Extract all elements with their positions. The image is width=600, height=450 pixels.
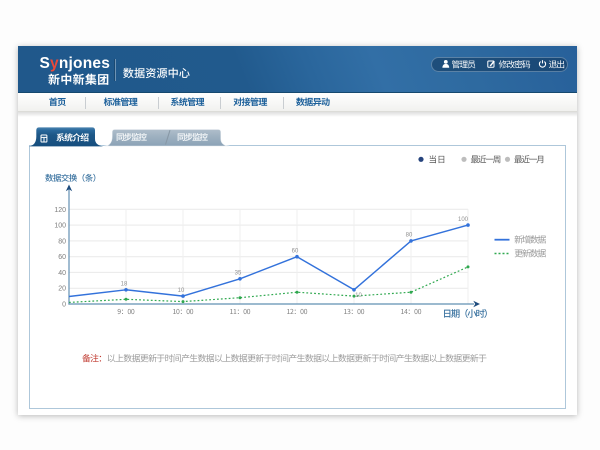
svg-text:60: 60 [58, 254, 66, 261]
svg-text:10: 10 [355, 293, 362, 299]
svg-text:18: 18 [121, 282, 128, 288]
svg-text:20: 20 [58, 286, 66, 293]
svg-text:80: 80 [406, 233, 413, 239]
svg-text:80: 80 [58, 238, 66, 245]
svg-text:10: 10 [178, 288, 185, 294]
svg-text:100: 100 [458, 217, 469, 223]
svg-text:40: 40 [58, 270, 66, 277]
svg-text:35: 35 [235, 271, 242, 277]
svg-text:0: 0 [62, 302, 66, 309]
svg-text:60: 60 [292, 249, 299, 255]
svg-text:120: 120 [54, 207, 66, 214]
svg-text:100: 100 [54, 223, 66, 230]
